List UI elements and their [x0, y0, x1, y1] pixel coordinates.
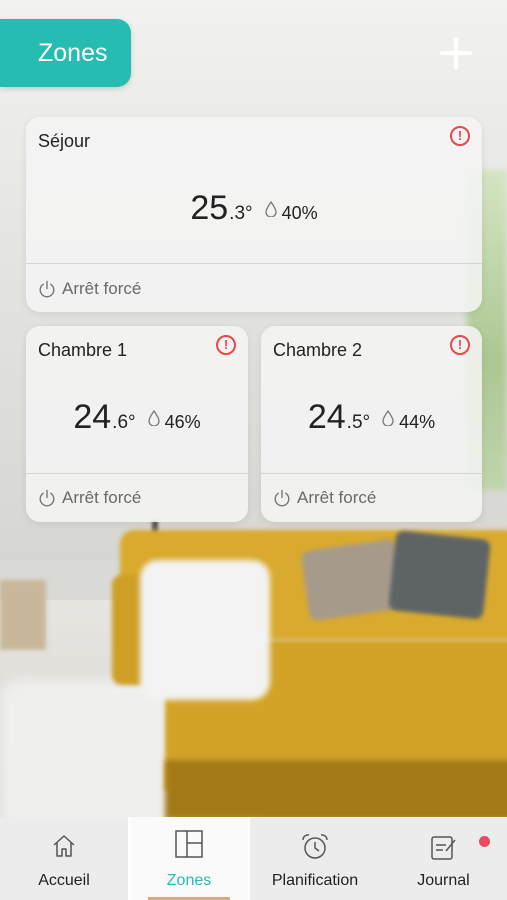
alert-icon[interactable]: !	[450, 335, 470, 355]
divider	[261, 473, 482, 474]
zone-mode-label: Arrêt forcé	[62, 488, 142, 507]
alarm-clock-icon	[302, 834, 328, 859]
divider	[26, 473, 248, 474]
nav-item-planification[interactable]: Planification	[250, 817, 380, 900]
zone-name: Chambre 2	[273, 340, 363, 360]
zone-card-chambre-2[interactable]: Chambre 2 ! 24 .5° 44% Arrêt forcé	[261, 326, 482, 522]
page-title: Zones	[0, 19, 131, 87]
temperature-integer: 24	[73, 398, 112, 436]
temperature-decimal: .3°	[229, 203, 253, 224]
humidity-value: 44%	[399, 412, 436, 432]
zone-reading: 24 .5° 44%	[261, 398, 482, 437]
zone-mode-label: Arrêt forcé	[62, 279, 142, 298]
zone-card-chambre-1[interactable]: Chambre 1 ! 24 .6° 46% Arrêt forcé	[26, 326, 248, 522]
nav-item-label: Accueil	[38, 872, 90, 889]
power-icon	[274, 489, 290, 507]
humidity-drop-icon	[382, 409, 394, 426]
zone-card-sejour[interactable]: Séjour ! 25 .3° 40% Arrêt forcé	[26, 117, 482, 312]
nav-item-zones[interactable]: Zones	[128, 817, 250, 900]
nav-item-journal[interactable]: Journal	[380, 817, 507, 900]
add-zone-button[interactable]	[437, 34, 475, 72]
alert-icon[interactable]: !	[216, 335, 236, 355]
bottom-nav: Accueil Zones Planification Journal	[0, 817, 507, 900]
notification-badge	[479, 836, 490, 847]
zones-grid-icon	[175, 830, 203, 858]
home-icon	[53, 835, 75, 857]
divider	[26, 263, 482, 264]
temperature-integer: 25	[190, 189, 229, 227]
zone-reading: 24 .6° 46%	[26, 398, 248, 437]
zone-name: Séjour	[38, 131, 91, 151]
zone-mode-label: Arrêt forcé	[297, 488, 377, 507]
humidity-drop-icon	[147, 409, 160, 426]
nav-item-label: Planification	[271, 872, 359, 889]
page-title-label: Zones	[38, 38, 108, 67]
zone-mode[interactable]: Arrêt forcé	[38, 488, 141, 508]
humidity-value: 40%	[281, 203, 318, 223]
zone-name: Chambre 1	[38, 340, 128, 360]
temperature-decimal: .6°	[112, 412, 136, 433]
zone-reading: 25 .3° 40%	[26, 189, 482, 228]
journal-icon	[430, 836, 456, 860]
zone-mode[interactable]: Arrêt forcé	[38, 279, 141, 299]
power-icon	[39, 489, 55, 507]
temperature-integer: 24	[307, 398, 346, 436]
nav-item-label: Journal	[417, 872, 470, 889]
alert-icon[interactable]: !	[450, 126, 470, 146]
nav-item-accueil[interactable]: Accueil	[0, 817, 128, 900]
humidity-drop-icon	[264, 200, 277, 217]
humidity-value: 46%	[164, 412, 201, 432]
nav-item-label: Zones	[166, 872, 212, 889]
zone-mode[interactable]: Arrêt forcé	[273, 488, 376, 508]
power-icon	[39, 280, 55, 298]
temperature-decimal: .5°	[346, 412, 371, 433]
